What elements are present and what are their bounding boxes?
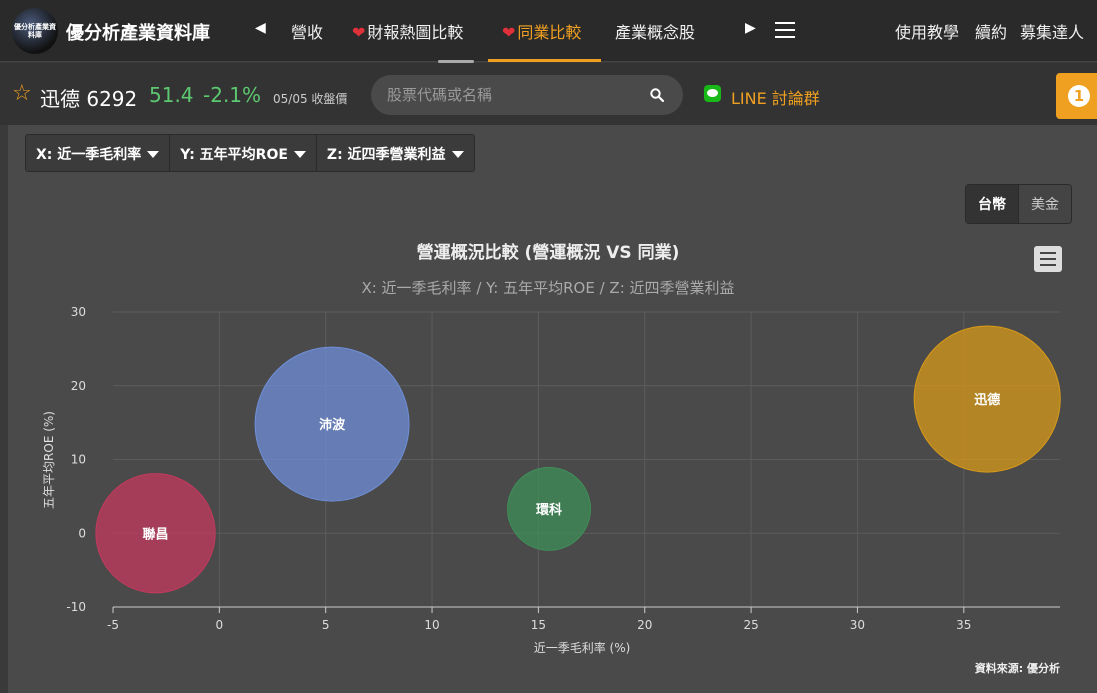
x-tick-label: 0 (216, 618, 224, 632)
chart-title: 營運概況比較 (營運概況 VS 同業) (417, 242, 680, 263)
bubble-chart: -5 0 5 10 15 20 25 30 35 -10 0 10 20 30 聯昌 沛波環科 迅德 營運概況… (42, 242, 1061, 675)
x-tick-label: 35 (956, 618, 971, 632)
y-tick-label: 20 (71, 379, 86, 393)
chart-credits: 資料來源: 優分析 (975, 661, 1060, 675)
bubble-label: 迅德 (974, 392, 1000, 408)
x-axis-title: 近一季毛利率 (%) (534, 640, 631, 655)
x-tick-label: 10 (424, 618, 439, 632)
y-axis-title: 五年平均ROE (%) (42, 411, 56, 509)
y-tick-label: -10 (66, 600, 86, 614)
bubble-label: 環科 (536, 502, 562, 518)
x-tick-label: 25 (743, 618, 758, 632)
bubble-label: 聯昌 (143, 526, 169, 542)
y-tick-label: 30 (71, 305, 86, 319)
y-tick-label: 0 (78, 526, 86, 540)
bubble-label: 沛波 (319, 417, 346, 433)
chart-subtitle: X: 近一季毛利率 / Y: 五年平均ROE / Z: 近四季營業利益 (361, 279, 734, 297)
chart-export-menu-icon[interactable] (1034, 246, 1062, 272)
x-tick-label: 15 (531, 618, 546, 632)
x-tick-label: 5 (322, 618, 330, 632)
chart-grid: -5 0 5 10 15 20 25 30 35 -10 0 10 20 30 (66, 305, 1060, 632)
x-tick-label: 20 (637, 618, 652, 632)
y-tick-label: 10 (71, 453, 86, 467)
x-tick-label: -5 (107, 618, 119, 632)
x-tick-label: 30 (850, 618, 865, 632)
